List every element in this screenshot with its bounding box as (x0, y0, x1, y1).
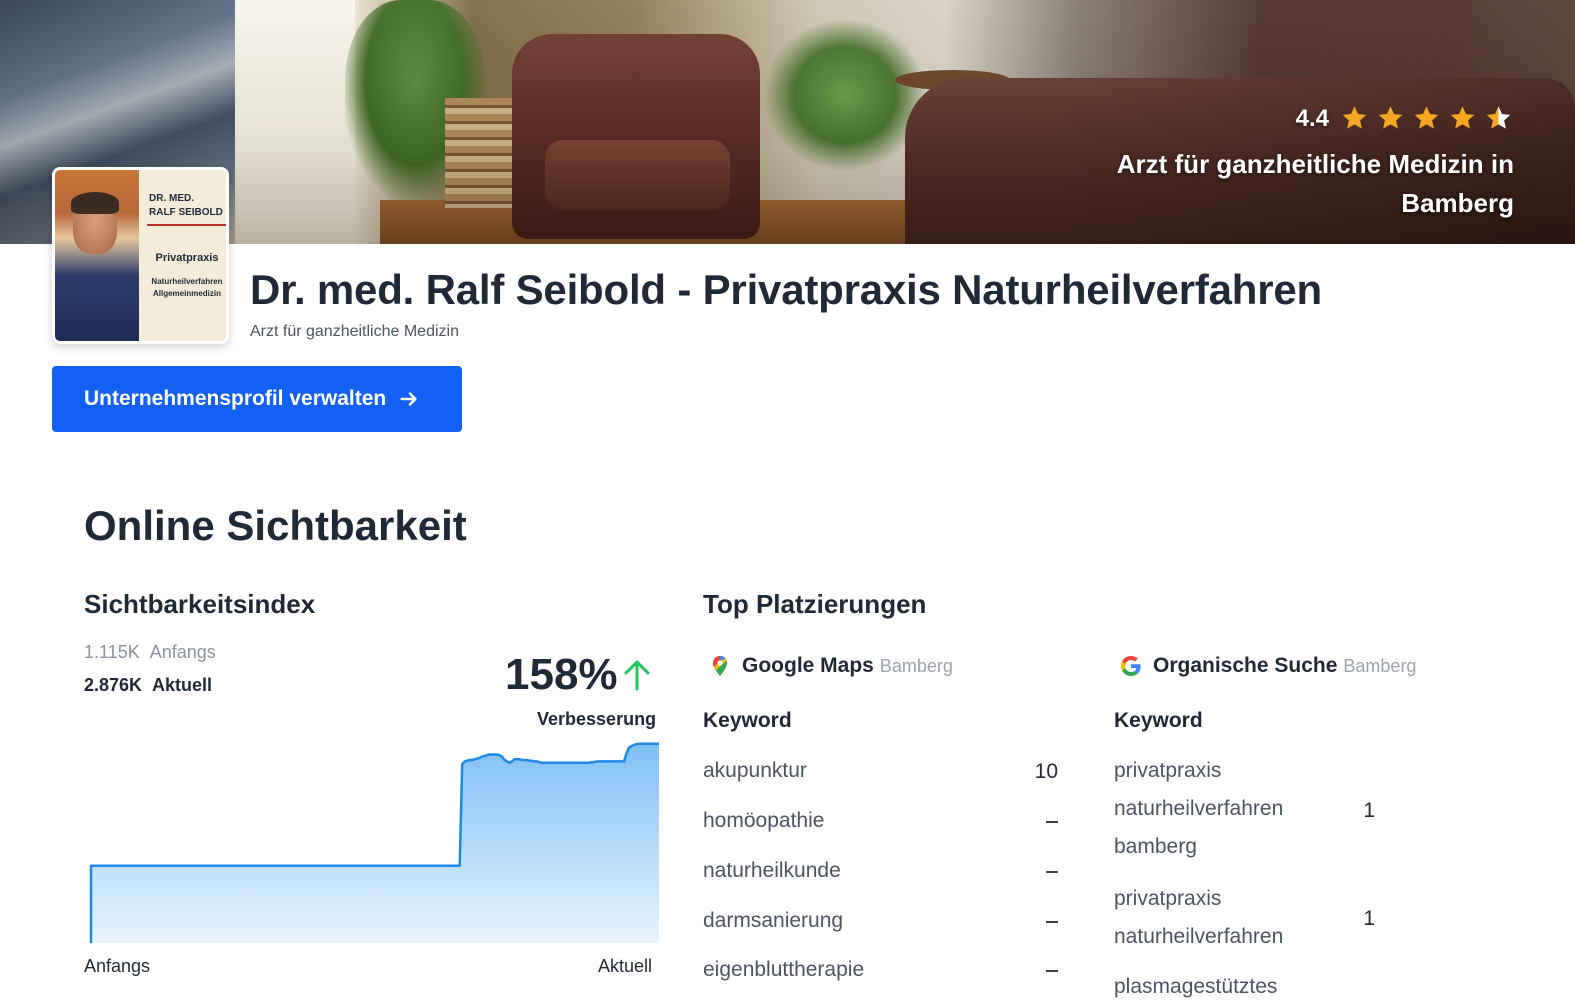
business-logo: DR. MED. RALF SEIBOLD Privatpraxis Natur… (52, 167, 229, 344)
logo-photo (55, 170, 139, 341)
maps-rank-empty (1046, 970, 1058, 972)
visibility-start: 1.115K Anfangs (84, 642, 216, 663)
google-g-icon (1121, 656, 1141, 676)
logo-divider (147, 224, 226, 226)
chart-area (91, 743, 659, 943)
maps-keyword-header: Keyword (703, 709, 792, 732)
star-icon (1378, 106, 1403, 129)
visibility-current: 2.876K Aktuell (84, 675, 212, 696)
maps-keyword: eigenbluttherapie (703, 958, 865, 981)
maps-keyword: naturheilkunde (703, 859, 841, 882)
source-organic-location: Bamberg (1343, 655, 1417, 676)
organic-rank: 1 (1363, 907, 1375, 930)
chart-axis-start: Anfangs (84, 956, 151, 976)
logo-line-2: Naturheilverfahren (151, 277, 223, 286)
visibility-start-label: Anfangs (149, 642, 216, 662)
star-icon (1342, 106, 1367, 129)
logo-text: DR. MED. RALF SEIBOLD Privatpraxis Natur… (143, 170, 226, 341)
business-title: Dr. med. Ralf Seibold - Privatpraxis Nat… (250, 266, 1322, 313)
source-organic: Organische Suche Bamberg (1119, 654, 1416, 678)
star-icon (1450, 106, 1475, 129)
organic-keyword: privatpraxis naturheilverfahren bamberg (1114, 752, 1283, 866)
organic-keyword: privatpraxis naturheilverfahren (1114, 880, 1283, 956)
rating-value: 4.4 (1295, 104, 1329, 132)
maps-rank: 10 (1034, 760, 1058, 783)
source-google-maps: Google Maps Bamberg (708, 654, 953, 678)
logo-line-1: Privatpraxis (155, 252, 219, 264)
maps-keyword: darmsanierung (703, 909, 844, 932)
improvement-value: 158% (505, 650, 618, 699)
star-half-icon (1486, 106, 1511, 129)
visibility-chart (89, 742, 659, 943)
manage-profile-label: Unternehmensprofil verwalten (84, 387, 387, 410)
section-title: Online Sichtbarkeit (84, 502, 467, 549)
organic-keyword-line: naturheilverfahren (1114, 925, 1284, 948)
source-google-maps-label: Google Maps (742, 654, 874, 677)
arrow-up-icon (624, 660, 650, 691)
hero-banner: 4.4 Arzt für ganzheitliche Medizin in Ba… (0, 0, 1575, 244)
visibility-start-value: 1.115K (84, 642, 140, 662)
manage-profile-button[interactable]: Unternehmensprofil verwalten (52, 366, 462, 432)
logo-line-3: Allgemeinmedizin (152, 289, 221, 298)
rating: 4.4 (1296, 104, 1513, 133)
map-pin-icon (713, 656, 727, 676)
visibility-current-label: Aktuell (152, 675, 213, 695)
logo-name: DR. MED. RALF SEIBOLD (149, 192, 226, 220)
organic-keyword-line: privatpraxis (1114, 759, 1222, 782)
maps-rank-empty (1046, 921, 1058, 923)
organic-keyword-line: naturheilverfahren (1114, 797, 1284, 820)
organic-rank: 1 (1363, 799, 1375, 822)
improvement: 158% (505, 650, 652, 700)
source-organic-label: Organische Suche (1153, 654, 1338, 677)
logo-hair (71, 192, 119, 214)
organic-keyword-header: Keyword (1114, 709, 1203, 732)
visibility-heading: Sichtbarkeitsindex (84, 589, 316, 619)
improvement-label: Verbesserung (537, 709, 657, 729)
organic-keyword: plasmagestütztes (1114, 975, 1278, 998)
maps-keyword: akupunktur (703, 759, 807, 782)
arrow-right-icon (400, 392, 417, 406)
source-google-maps-location: Bamberg (879, 655, 953, 676)
visibility-current-value: 2.876K (84, 675, 143, 695)
rankings-heading: Top Platzierungen (703, 589, 927, 619)
maps-rank-empty (1046, 821, 1058, 823)
logo-name-line-2: RALF SEIBOLD (149, 207, 223, 218)
organic-keyword-line: bamberg (1114, 835, 1197, 858)
chart-axis-end: Aktuell (598, 956, 653, 976)
logo-line-2-3: Naturheilverfahren Allgemeinmedizin (143, 276, 226, 300)
maps-keyword: homöopathie (703, 809, 825, 832)
organic-keyword-line: privatpraxis (1114, 887, 1222, 910)
maps-rank-empty (1046, 871, 1058, 873)
logo-name-line-1: DR. MED. (149, 193, 194, 204)
hero-caption: Arzt für ganzheitliche Medizin in Bamber… (1116, 149, 1514, 218)
business-subtitle: Arzt für ganzheitliche Medizin (250, 323, 459, 340)
star-icon (1414, 106, 1439, 129)
